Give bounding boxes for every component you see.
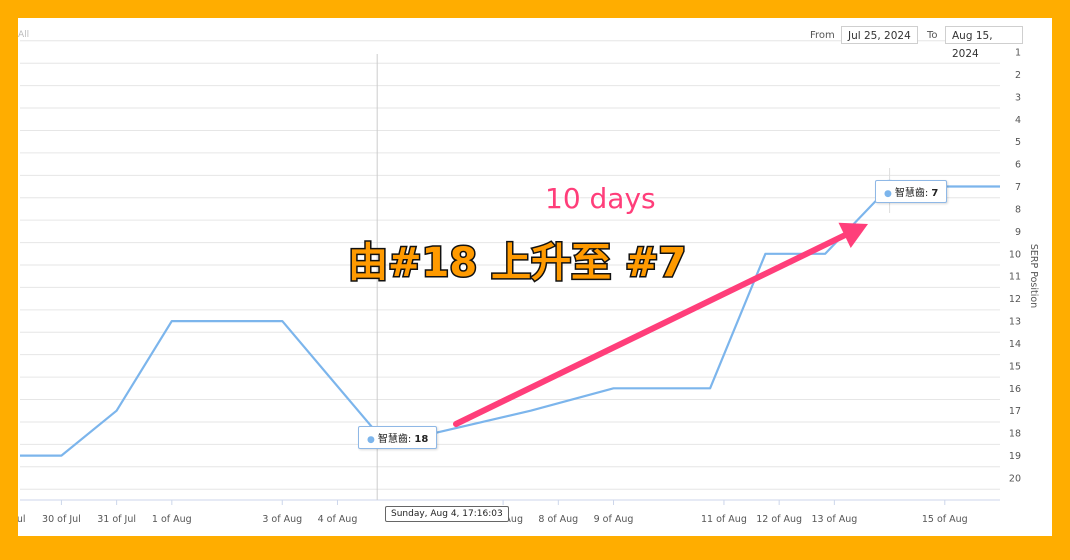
y-tick-label: 10 bbox=[1009, 249, 1021, 260]
y-tick-label: 9 bbox=[1015, 227, 1021, 238]
tooltip-low-value: 18 bbox=[414, 434, 429, 445]
x-tick-label: 3 of Aug bbox=[262, 514, 302, 525]
from-label: From bbox=[810, 30, 835, 41]
headline-annotation: 由#18 上升至 #7 bbox=[346, 239, 687, 288]
tooltip-high-series: 智慧齒 bbox=[894, 188, 925, 199]
y-tick-label: 2 bbox=[1015, 70, 1021, 81]
x-tick-label: 8 of Aug bbox=[538, 514, 578, 525]
x-tick-label: 9 of Aug bbox=[594, 514, 634, 525]
tooltip-low-series: 智慧齒 bbox=[377, 434, 408, 445]
y-tick-label: 6 bbox=[1015, 160, 1021, 171]
y-tick-label: 8 bbox=[1015, 204, 1021, 215]
y-tick-label: 1 bbox=[1015, 48, 1021, 59]
days-annotation: 10 days bbox=[545, 182, 656, 215]
x-tick-label: 1 of Aug bbox=[152, 514, 192, 525]
tooltip-low: ● 智慧齒: 18 bbox=[358, 426, 438, 449]
tooltip-high: ● 智慧齒: 7 bbox=[875, 180, 948, 203]
to-label: To bbox=[927, 30, 938, 41]
y-tick-label: 13 bbox=[1009, 317, 1021, 328]
x-tick-label: 29 of Jul bbox=[18, 514, 26, 525]
y-tick-label: 12 bbox=[1009, 294, 1021, 305]
y-tick-label: 3 bbox=[1015, 92, 1021, 103]
y-tick-label: 4 bbox=[1015, 115, 1021, 126]
y-tick-label: 7 bbox=[1015, 182, 1021, 193]
series-dot-icon: ● bbox=[367, 435, 375, 445]
to-date-input[interactable]: Aug 15, 2024 bbox=[945, 26, 1023, 60]
y-tick-label: 5 bbox=[1015, 137, 1021, 148]
y-tick-label: 17 bbox=[1009, 406, 1021, 417]
y-tick-label: 11 bbox=[1009, 272, 1021, 283]
x-tick-label: 11 of Aug bbox=[701, 514, 747, 525]
series-dot-icon: ● bbox=[884, 189, 892, 199]
tooltip-high-value: 7 bbox=[931, 188, 939, 199]
range-all-button[interactable]: All bbox=[18, 30, 29, 40]
y-axis-title: SERP Position bbox=[1028, 244, 1039, 308]
chart-panel: 1 2 3 4 5 6 7 8 9 10 11 12 13 14 15 16 17 18 19 20 SERP Posi… bbox=[18, 18, 1052, 536]
y-tick-label: 18 bbox=[1009, 429, 1021, 440]
crosshair-date-label: Sunday, Aug 4, 17:16:03 bbox=[385, 506, 509, 522]
x-tick-label: 12 of Aug bbox=[756, 514, 802, 525]
x-tick-label: 31 of Jul bbox=[97, 514, 136, 525]
x-tick-label: 13 of Aug bbox=[811, 514, 857, 525]
y-tick-label: 20 bbox=[1009, 474, 1021, 485]
x-tick-label: 15 of Aug bbox=[922, 514, 968, 525]
y-tick-label: 14 bbox=[1009, 339, 1021, 350]
from-date-input[interactable]: Jul 25, 2024 bbox=[841, 26, 918, 44]
x-tick-label: 30 of Jul bbox=[42, 514, 81, 525]
y-tick-label: 19 bbox=[1009, 451, 1021, 462]
y-tick-label: 16 bbox=[1009, 384, 1021, 395]
y-tick-label: 15 bbox=[1009, 361, 1021, 372]
x-tick-label: 4 of Aug bbox=[318, 514, 358, 525]
